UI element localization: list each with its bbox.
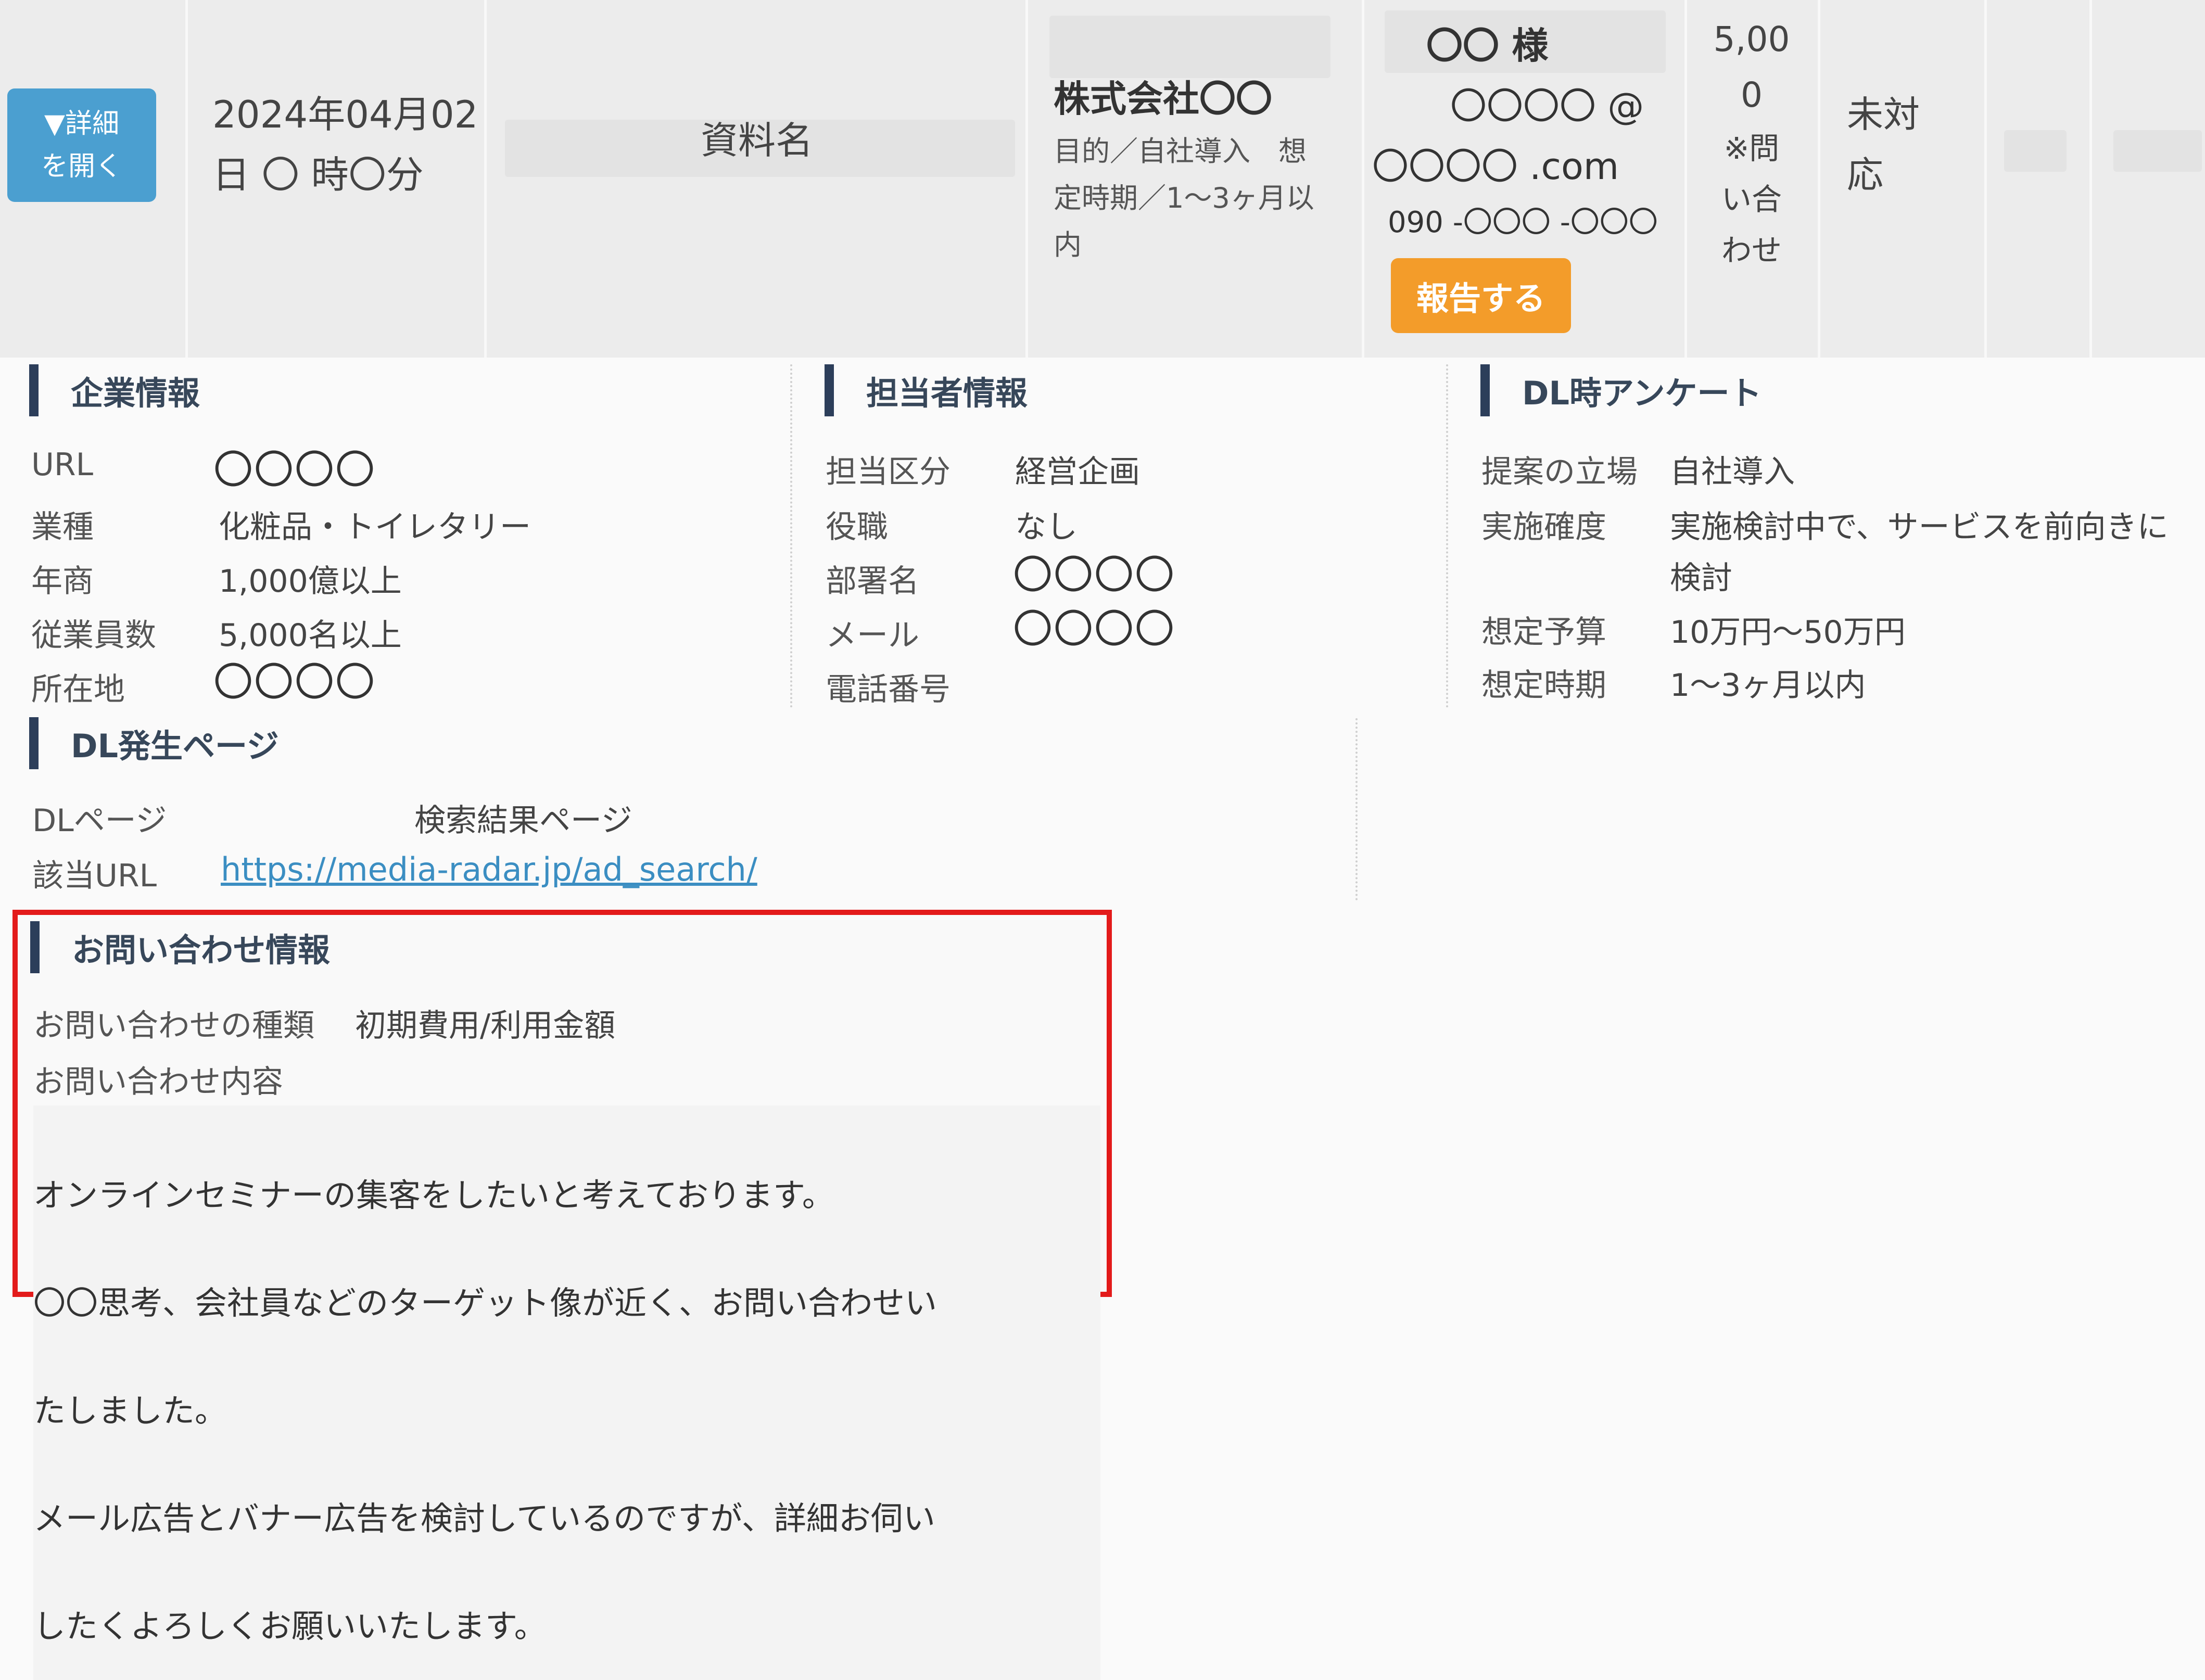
column-divider	[1025, 0, 1028, 358]
amount-line: ※問	[1724, 131, 1780, 166]
open-details-button[interactable]: ▼詳細 を開く	[7, 88, 156, 202]
section-divider	[790, 364, 792, 708]
heading-bar	[1480, 364, 1490, 416]
company-cell: 株式会社〇〇 目的／自社導入 想 定時期／1〜3ヶ月以 内	[1054, 73, 1314, 269]
heading-bar	[29, 717, 39, 769]
heading-bar	[29, 364, 39, 416]
inquiry-type-value: 初期費用/利用金額	[355, 1008, 616, 1044]
dl-url-label: 該当URL	[32, 858, 157, 894]
redacted-area	[2004, 130, 2067, 172]
inquiry-content-label: お問い合わせ内容	[33, 1064, 283, 1100]
certainty-value-continued: 検討	[1670, 560, 1732, 596]
inquiry-content-line: メール広告とバナー広告を検討しているのですが、詳細お伺い	[33, 1499, 935, 1537]
employees-value: 5,000名以上	[219, 617, 402, 654]
datetime-line: 2024年04月02	[212, 93, 478, 136]
dl-page-label: DLページ	[32, 803, 167, 839]
inquiry-title: お問い合わせ情報	[72, 931, 331, 969]
datetime-line: 日 〇 時〇分	[212, 153, 424, 197]
amount-cell: 5,00 0 ※問 い合 わせ	[1713, 11, 1791, 276]
open-details-label-2: を開く	[41, 151, 122, 182]
company-url-value: 〇〇〇〇	[213, 447, 376, 493]
survey-title: DL時アンケート	[1522, 374, 1762, 412]
industry-value: 化粧品・トイレタリー	[219, 509, 531, 545]
heading-bar	[30, 921, 40, 973]
company-note-line: 目的／自社導入 想	[1054, 135, 1307, 168]
contact-cell: 〇〇 様 〇〇〇〇 @ 〇〇〇〇 .com 090 -〇〇〇 -〇〇〇	[1372, 16, 1679, 249]
heading-bar	[825, 364, 834, 416]
dl-page-heading: DL発生ページ	[29, 717, 279, 769]
position-value: なし	[1015, 509, 1078, 545]
contact-name: 〇〇 様	[1426, 24, 1549, 67]
position-label: 役職	[826, 509, 888, 545]
status-line: 未対	[1847, 93, 1920, 136]
section-divider	[1355, 718, 1358, 900]
company-name: 株式会社〇〇	[1054, 78, 1272, 120]
budget-label: 想定予算	[1481, 614, 1606, 651]
phone-label: 電話番号	[826, 671, 951, 708]
redacted-area	[1049, 16, 1330, 78]
company-note-line: 定時期／1〜3ヶ月以	[1054, 182, 1314, 214]
contact-email-line: 〇〇〇〇 @	[1450, 85, 1644, 128]
employees-label: 従業員数	[31, 617, 156, 654]
division-value: 経営企画	[1015, 454, 1140, 490]
department-value: 〇〇〇〇	[1013, 552, 1175, 598]
column-divider	[484, 0, 487, 358]
location-label: 所在地	[31, 671, 125, 708]
section-divider	[1446, 364, 1448, 708]
company-info-heading: 企業情報	[29, 364, 200, 416]
lead-row: ▼詳細 を開く 2024年04月02 日 〇 時〇分 資料名 株式会社〇〇 目的…	[0, 0, 2205, 358]
column-divider	[1362, 0, 1364, 358]
company-info-title: 企業情報	[71, 374, 200, 412]
dl-url-link[interactable]: https://media-radar.jp/ad_search/	[221, 850, 757, 888]
column-divider	[1818, 0, 1820, 358]
stance-value: 自社導入	[1670, 454, 1795, 490]
inquiry-heading: お問い合わせ情報	[30, 921, 330, 973]
column-divider	[2089, 0, 2092, 358]
dl-page-title: DL発生ページ	[71, 727, 279, 765]
certainty-label: 実施確度	[1481, 509, 1606, 545]
timing-label: 想定時期	[1481, 667, 1606, 704]
amount-line: 0	[1741, 75, 1763, 115]
status-cell: 未対 応	[1847, 84, 1920, 205]
survey-heading: DL時アンケート	[1480, 364, 1762, 416]
department-label: 部署名	[826, 563, 919, 600]
mail-label: メール	[826, 617, 919, 654]
column-divider	[1684, 0, 1687, 358]
inquiry-content-line: オンラインセミナーの集客をしたいと考えております。	[33, 1176, 834, 1214]
column-divider	[1984, 0, 1987, 358]
budget-value: 10万円〜50万円	[1670, 614, 1906, 651]
inquiry-content-line: たしました。	[33, 1392, 227, 1430]
revenue-label: 年商	[31, 563, 94, 600]
inquiry-type-label: お問い合わせの種類	[33, 1008, 314, 1044]
contact-email-line: 〇〇〇〇 .com	[1372, 145, 1619, 188]
material-name: 資料名	[701, 119, 814, 162]
report-button[interactable]: 報告する	[1391, 258, 1571, 333]
inquiry-content-line: したくよろしくお願いいたします。	[33, 1607, 547, 1645]
contact-phone: 090 -〇〇〇 -〇〇〇	[1388, 206, 1658, 239]
column-divider	[185, 0, 188, 358]
inquiry-content-line: 〇〇思考、会社員などのターゲット像が近く、お問い合わせい	[33, 1284, 937, 1322]
dl-page-value: 検索結果ページ	[414, 803, 632, 839]
timing-value: 1〜3ヶ月以内	[1670, 667, 1866, 704]
submitted-datetime: 2024年04月02 日 〇 時〇分	[212, 84, 478, 205]
person-info-title: 担当者情報	[866, 374, 1028, 412]
person-info-heading: 担当者情報	[825, 364, 1028, 416]
stance-label: 提案の立場	[1481, 454, 1638, 490]
revenue-value: 1,000億以上	[219, 563, 402, 600]
amount-line: い合	[1721, 182, 1782, 217]
mail-value: 〇〇〇〇	[1013, 606, 1175, 652]
amount-line: 5,00	[1713, 19, 1790, 59]
division-label: 担当区分	[826, 454, 951, 490]
certainty-value: 実施検討中で、サービスを前向きに	[1670, 509, 2169, 545]
redacted-area	[2113, 130, 2202, 172]
open-details-label-1: ▼詳細	[44, 108, 119, 139]
company-note: 目的／自社導入 想 定時期／1〜3ヶ月以 内	[1054, 128, 1314, 269]
location-value: 〇〇〇〇	[213, 659, 376, 705]
inquiry-content-text: オンラインセミナーの集客をしたいと考えております。 〇〇思考、会社員などのターゲ…	[33, 1105, 1100, 1680]
status-line: 応	[1847, 154, 1883, 196]
amount-line: わせ	[1721, 233, 1782, 268]
industry-label: 業種	[31, 509, 94, 545]
company-url-label: URL	[31, 447, 94, 483]
company-note-line: 内	[1054, 228, 1082, 261]
